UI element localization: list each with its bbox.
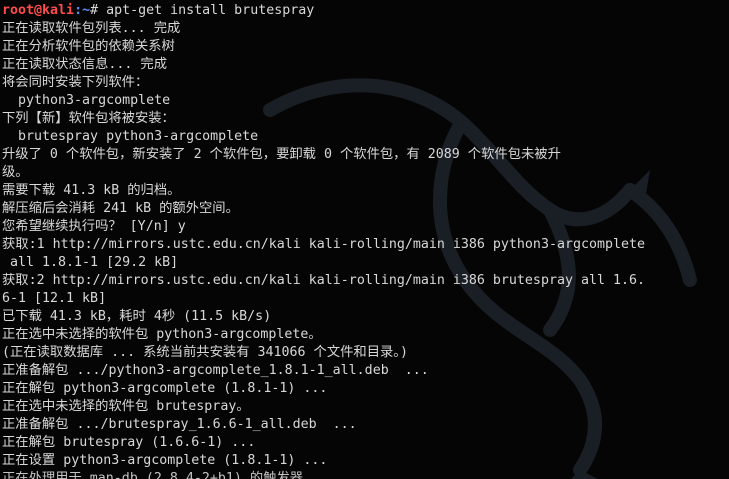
output-line: 正在读取状态信息... 完成 <box>2 57 167 72</box>
output-line: 需要下载 41.3 kB 的归档。 <box>2 183 181 198</box>
output-line: 6-1 [12.1 kB] <box>2 291 107 306</box>
output-line: 正准备解包 .../python3-argcomplete_1.8.1-1_al… <box>2 363 429 378</box>
command-text: apt-get install brutespray <box>106 3 315 18</box>
terminal-window[interactable]: root@kali:~# apt-get install brutespray … <box>0 0 729 479</box>
prompt-symbol: # <box>90 3 107 18</box>
prompt-user-host: root@kali <box>2 3 75 18</box>
output-line: 已下载 41.3 kB，耗时 4秒 (11.5 kB/s) <box>2 309 272 324</box>
command-line: root@kali:~# apt-get install brutespray <box>2 2 729 20</box>
output-line: 正在分析软件包的依赖关系树 <box>2 39 175 54</box>
prompt-path: :~ <box>74 3 91 18</box>
output-line: python3-argcomplete <box>2 93 171 108</box>
output-line: 解压缩后会消耗 241 kB 的额外空间。 <box>2 201 239 216</box>
output-line: brutespray python3-argcomplete <box>2 129 259 144</box>
output-line: 正在选中未选择的软件包 python3-argcomplete。 <box>2 327 322 342</box>
output-line: 级。 <box>2 165 29 180</box>
output-line: 您希望继续执行吗？ [Y/n] y <box>2 219 186 234</box>
output-line: 正在处理用于 man-db (2.8.4-2+b1) 的触发器 ... <box>2 471 336 479</box>
output-line: 下列【新】软件包将被安装： <box>2 111 175 126</box>
output-line: 正在读取软件包列表... 完成 <box>2 21 181 36</box>
terminal-screen: root@kali:~# apt-get install brutespray … <box>2 2 729 479</box>
output-line: 正准备解包 .../brutespray_1.6.6-1_all.deb ... <box>2 417 357 432</box>
output-line: 正在解包 python3-argcomplete (1.8.1-1) ... <box>2 381 328 396</box>
output-line: (正在读取数据库 ... 系统当前共安装有 341066 个文件和目录。) <box>2 345 408 360</box>
output-line: 升级了 0 个软件包，新安装了 2 个软件包，要卸载 0 个软件包，有 2089… <box>2 147 561 162</box>
output-line: 将会同时安装下列软件： <box>2 75 149 90</box>
output-line: 正在解包 brutespray (1.6.6-1) ... <box>2 435 256 450</box>
output-line: 正在选中未选择的软件包 brutespray。 <box>2 399 250 414</box>
output-line: 正在设置 python3-argcomplete (1.8.1-1) ... <box>2 453 328 468</box>
output-line: 获取:2 http://mirrors.ustc.edu.cn/kali kal… <box>2 273 646 288</box>
output-line: all 1.8.1-1 [29.2 kB] <box>2 255 179 270</box>
output-line: 获取:1 http://mirrors.ustc.edu.cn/kali kal… <box>2 237 646 252</box>
